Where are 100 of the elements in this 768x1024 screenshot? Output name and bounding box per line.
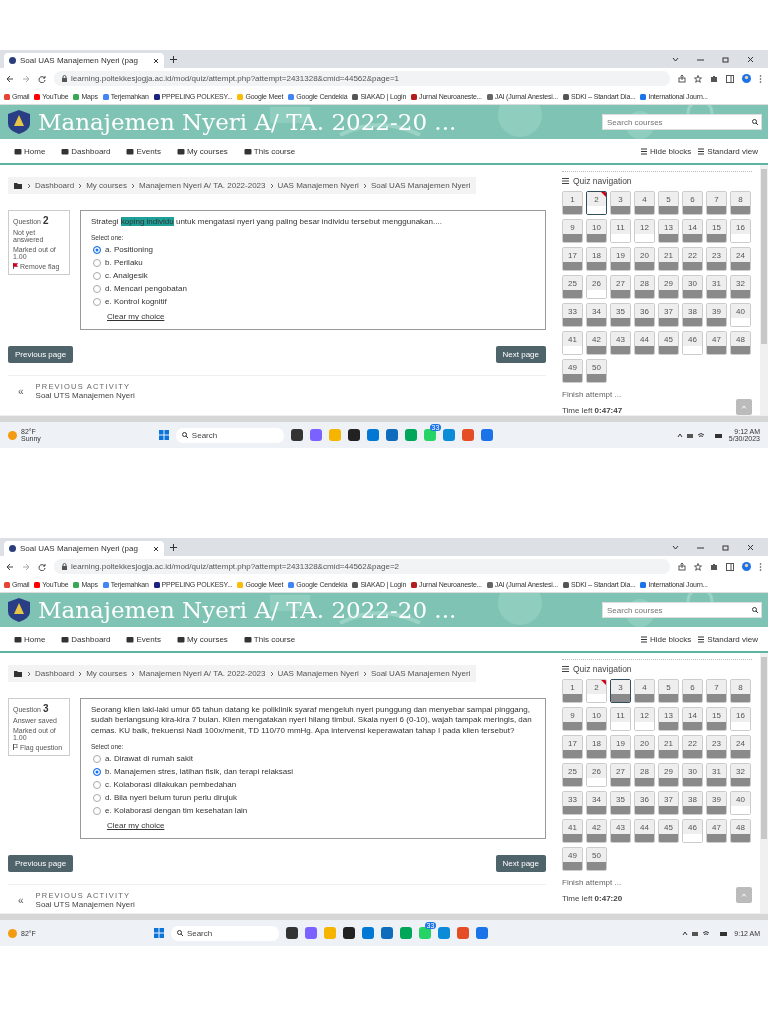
question-nav-button[interactable]: 18 bbox=[586, 247, 607, 271]
answer-option[interactable]: d. Bila nyeri belum turun perlu dirujuk bbox=[93, 792, 535, 804]
question-nav-button[interactable]: 50 bbox=[586, 847, 607, 871]
question-nav-button[interactable]: 33 bbox=[562, 303, 583, 327]
question-nav-button[interactable]: 12 bbox=[634, 707, 655, 731]
question-nav-button[interactable]: 20 bbox=[634, 735, 655, 759]
horizontal-scrollbar[interactable] bbox=[0, 415, 768, 422]
question-nav-button[interactable]: 50 bbox=[586, 359, 607, 383]
double-chevron-icon[interactable]: « bbox=[18, 894, 24, 906]
nav-link[interactable]: Dashboard bbox=[61, 634, 111, 644]
app-icon[interactable] bbox=[342, 927, 355, 940]
question-nav-button[interactable]: 47 bbox=[706, 331, 727, 355]
question-nav-button[interactable]: 18 bbox=[586, 735, 607, 759]
question-nav-button[interactable]: 4 bbox=[634, 679, 655, 703]
nav-link[interactable]: Home bbox=[14, 634, 46, 644]
question-nav-button[interactable]: 12 bbox=[634, 219, 655, 243]
question-nav-button[interactable]: 42 bbox=[586, 819, 607, 843]
question-nav-button[interactable]: 30 bbox=[682, 763, 703, 787]
question-nav-button[interactable]: 15 bbox=[706, 707, 727, 731]
question-nav-button[interactable]: 45 bbox=[658, 819, 679, 843]
view-link[interactable]: Standard view bbox=[697, 634, 758, 644]
question-nav-button[interactable]: 19 bbox=[610, 735, 631, 759]
nav-link[interactable]: Events bbox=[126, 146, 161, 156]
hide-blocks-link[interactable]: Hide blocks bbox=[639, 146, 692, 156]
address-bar[interactable]: learning.poltekkesjogja.ac.id/mod/quiz/attempt.php?attempt=2431328&cmid=44562&page=1 bbox=[54, 71, 670, 86]
question-nav-button[interactable]: 44 bbox=[634, 331, 655, 355]
question-nav-button[interactable]: 32 bbox=[730, 763, 751, 787]
question-nav-button[interactable]: 42 bbox=[586, 331, 607, 355]
question-nav-button[interactable]: 6 bbox=[682, 679, 703, 703]
question-nav-button[interactable]: 1 bbox=[562, 679, 583, 703]
question-nav-button[interactable]: 47 bbox=[706, 819, 727, 843]
taskbar-search[interactable]: Search bbox=[175, 427, 284, 443]
answer-option[interactable]: c. Kolaborasi dilakukan pembedahan bbox=[93, 779, 535, 791]
nav-link[interactable]: My courses bbox=[176, 146, 228, 156]
question-nav-button[interactable]: 38 bbox=[682, 791, 703, 815]
answer-option[interactable]: b. Manajemen stres, latihan fisik, dan terapi relaksasi bbox=[93, 766, 535, 778]
question-nav-button[interactable]: 49 bbox=[562, 359, 583, 383]
question-nav-button[interactable]: 1 bbox=[562, 191, 583, 215]
radio-button[interactable] bbox=[93, 258, 101, 267]
question-nav-button[interactable]: 26 bbox=[586, 763, 607, 787]
question-nav-button[interactable]: 29 bbox=[658, 763, 679, 787]
question-nav-button[interactable]: 48 bbox=[730, 819, 751, 843]
question-nav-button[interactable]: 7 bbox=[706, 191, 727, 215]
question-nav-button[interactable]: 29 bbox=[658, 275, 679, 299]
question-nav-button[interactable]: 40 bbox=[730, 303, 751, 327]
answer-option[interactable]: a. Positioning bbox=[93, 244, 535, 256]
question-nav-button[interactable]: 31 bbox=[706, 763, 727, 787]
clear-choice-link[interactable]: Clear my choice bbox=[107, 312, 165, 322]
question-nav-button[interactable]: 8 bbox=[730, 191, 751, 215]
breadcrumb-link[interactable]: Dashboard bbox=[35, 669, 75, 678]
breadcrumb-link[interactable]: UAS Manajemen Nyeri bbox=[277, 669, 359, 678]
radio-button[interactable] bbox=[93, 806, 101, 815]
radio-button[interactable] bbox=[93, 297, 101, 306]
question-nav-button[interactable]: 48 bbox=[730, 331, 751, 355]
answer-option[interactable]: e. Kontrol kognitif bbox=[93, 296, 535, 308]
hide-blocks-link[interactable]: Hide blocks bbox=[639, 634, 692, 644]
question-nav-button[interactable]: 21 bbox=[658, 735, 679, 759]
question-nav-button[interactable]: 39 bbox=[706, 791, 727, 815]
app-icon[interactable] bbox=[290, 429, 303, 441]
double-chevron-icon[interactable]: « bbox=[18, 385, 24, 397]
answer-option[interactable]: d. Mencari pengobatan bbox=[93, 283, 535, 295]
question-nav-button[interactable]: 11 bbox=[610, 707, 631, 731]
question-nav-button[interactable]: 24 bbox=[730, 247, 751, 271]
question-nav-button[interactable]: 3 bbox=[610, 191, 631, 215]
previous-page-button[interactable]: Previous page bbox=[8, 346, 74, 364]
next-page-button[interactable]: Next page bbox=[495, 346, 546, 364]
clear-choice-link[interactable]: Clear my choice bbox=[107, 821, 165, 831]
question-nav-button[interactable]: 15 bbox=[706, 219, 727, 243]
question-nav-button[interactable]: 2 bbox=[586, 191, 607, 215]
question-nav-button[interactable]: 38 bbox=[682, 303, 703, 327]
question-nav-button[interactable]: 28 bbox=[634, 763, 655, 787]
question-nav-button[interactable]: 27 bbox=[610, 763, 631, 787]
radio-button[interactable] bbox=[93, 780, 101, 789]
question-nav-button[interactable]: 3 bbox=[610, 679, 631, 703]
finish-attempt-link[interactable]: Finish attempt ... bbox=[562, 878, 623, 887]
browser-tab[interactable]: Soal UAS Manajemen Nyeri (pag bbox=[4, 541, 164, 556]
breadcrumb-link[interactable]: Manajemen Nyeri A/ TA. 2022-2023 bbox=[139, 669, 266, 678]
radio-button[interactable] bbox=[93, 754, 101, 763]
question-nav-button[interactable]: 8 bbox=[730, 679, 751, 703]
answer-option[interactable]: c. Analgesik bbox=[93, 270, 535, 282]
app-icon[interactable] bbox=[347, 429, 360, 441]
question-nav-button[interactable]: 36 bbox=[634, 303, 655, 327]
question-nav-button[interactable]: 5 bbox=[658, 191, 679, 215]
question-nav-button[interactable]: 16 bbox=[730, 707, 751, 731]
scrollbar-thumb[interactable] bbox=[761, 657, 767, 840]
breadcrumb-link[interactable]: My courses bbox=[86, 181, 128, 190]
scrollbar-thumb[interactable] bbox=[761, 169, 767, 344]
question-nav-button[interactable]: 5 bbox=[658, 679, 679, 703]
question-nav-button[interactable]: 13 bbox=[658, 219, 679, 243]
question-nav-button[interactable]: 9 bbox=[562, 219, 583, 243]
question-nav-button[interactable]: 17 bbox=[562, 735, 583, 759]
question-nav-button[interactable]: 40 bbox=[730, 791, 751, 815]
question-nav-button[interactable]: 30 bbox=[682, 275, 703, 299]
question-nav-button[interactable]: 9 bbox=[562, 707, 583, 731]
radio-button[interactable] bbox=[93, 284, 101, 293]
breadcrumb-link[interactable]: Soal UAS Manajemen Nyeri bbox=[370, 669, 471, 678]
previous-page-button[interactable]: Previous page bbox=[8, 855, 74, 873]
next-page-button[interactable]: Next page bbox=[495, 855, 546, 873]
question-nav-button[interactable]: 23 bbox=[706, 247, 727, 271]
search-field[interactable]: Search courses bbox=[602, 602, 762, 618]
